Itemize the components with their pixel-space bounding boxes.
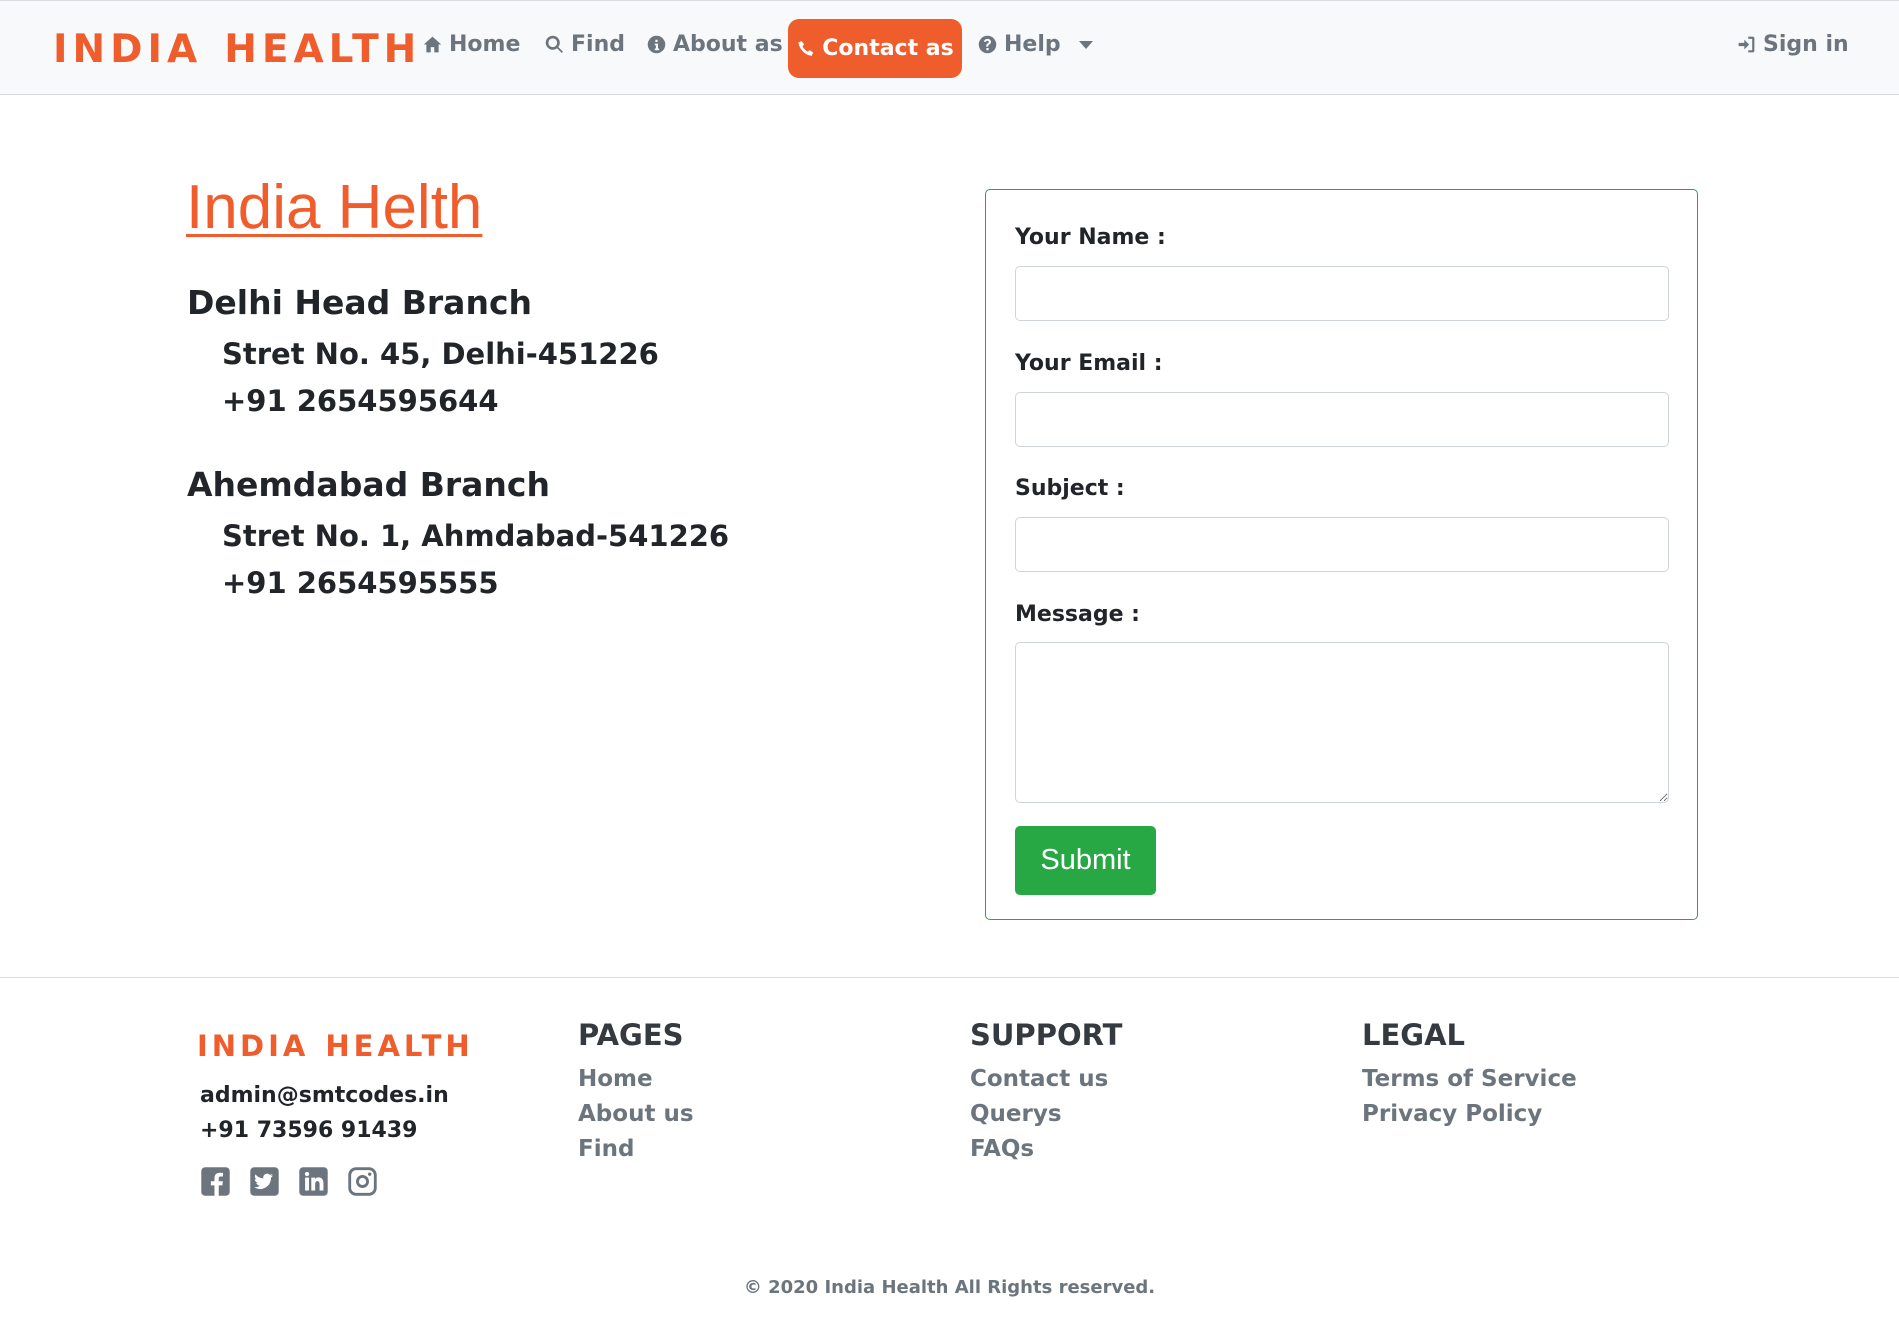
footer-email: admin@smtcodes.in bbox=[200, 1083, 449, 1108]
nav-signin[interactable]: Sign in bbox=[1736, 32, 1849, 57]
footer-link-privacy[interactable]: Privacy Policy bbox=[1362, 1101, 1542, 1127]
branch-2-phone: +91 2654595555 bbox=[222, 566, 499, 600]
twitter-icon[interactable] bbox=[249, 1166, 280, 1197]
name-input[interactable] bbox=[1015, 266, 1669, 321]
chevron-down-icon bbox=[1078, 40, 1093, 49]
email-label: Your Email : bbox=[1015, 351, 1163, 376]
nav-home-label: Home bbox=[449, 32, 521, 57]
instagram-icon[interactable] bbox=[347, 1166, 378, 1197]
copyright-text: © 2020 India Health All Rights reserved. bbox=[743, 1277, 1156, 1298]
home-icon bbox=[423, 36, 442, 53]
sign-in-icon bbox=[1738, 36, 1755, 53]
branch-1-phone: +91 2654595644 bbox=[222, 384, 499, 418]
search-icon bbox=[545, 35, 563, 53]
nav-help-label: Help bbox=[1004, 32, 1061, 57]
footer-brand-logo: INDIA HEALTH bbox=[197, 1029, 474, 1063]
subject-input[interactable] bbox=[1015, 517, 1669, 572]
contact-form: Your Name : Your Email : Subject : Messa… bbox=[985, 189, 1698, 920]
footer-link-querys[interactable]: Querys bbox=[970, 1101, 1062, 1127]
footer-brand-word-1: INDIA bbox=[197, 1029, 310, 1063]
branch-2-address: Stret No. 1, Ahmdabad-541226 bbox=[222, 519, 730, 553]
nav-about[interactable]: About as bbox=[646, 32, 783, 57]
branch-2-name: Ahemdabad Branch bbox=[187, 465, 550, 504]
branch-1-address: Stret No. 45, Delhi-451226 bbox=[222, 337, 659, 371]
footer-brand-word-2: HEALTH bbox=[325, 1029, 474, 1063]
footer-link-home[interactable]: Home bbox=[578, 1066, 653, 1092]
footer-heading-legal: LEGAL bbox=[1362, 1018, 1466, 1052]
submit-button[interactable]: Submit bbox=[1015, 826, 1156, 895]
subject-label: Subject : bbox=[1015, 476, 1125, 501]
social-links bbox=[200, 1166, 378, 1197]
footer-link-faqs[interactable]: FAQs bbox=[970, 1136, 1034, 1162]
nav-about-label: About as bbox=[673, 32, 783, 57]
branch-1-name: Delhi Head Branch bbox=[187, 283, 533, 322]
nav-signin-label: Sign in bbox=[1763, 32, 1849, 57]
info-icon bbox=[647, 35, 666, 54]
email-input[interactable] bbox=[1015, 392, 1669, 447]
page-title-link[interactable]: India Helth bbox=[186, 172, 482, 243]
brand-word-1: INDIA bbox=[53, 27, 203, 72]
phone-icon bbox=[798, 40, 814, 56]
nav-help-dropdown[interactable]: Help bbox=[977, 32, 1093, 57]
nav-find-label: Find bbox=[571, 32, 625, 57]
nav-contact-label: Contact as bbox=[822, 36, 954, 61]
brand-logo[interactable]: INDIA HEALTH bbox=[53, 27, 421, 72]
message-textarea[interactable] bbox=[1015, 642, 1669, 803]
message-label: Message : bbox=[1015, 602, 1140, 627]
footer-link-about[interactable]: About us bbox=[578, 1101, 694, 1127]
name-label: Your Name : bbox=[1015, 225, 1166, 250]
nav-find[interactable]: Find bbox=[544, 32, 625, 57]
footer-phone: +91 73596 91439 bbox=[200, 1118, 418, 1143]
nav-home[interactable]: Home bbox=[422, 32, 520, 57]
footer-link-contact[interactable]: Contact us bbox=[970, 1066, 1108, 1092]
footer-divider bbox=[0, 977, 1899, 978]
facebook-icon[interactable] bbox=[200, 1166, 231, 1197]
footer-heading-support: SUPPORT bbox=[970, 1018, 1123, 1052]
footer-link-find[interactable]: Find bbox=[578, 1136, 634, 1162]
question-icon bbox=[978, 35, 997, 54]
footer-link-terms[interactable]: Terms of Service bbox=[1362, 1066, 1577, 1092]
nav-contact-button[interactable]: Contact as bbox=[788, 19, 962, 78]
navbar: INDIA HEALTH Home Find About as Contact a… bbox=[0, 0, 1899, 95]
brand-word-2: HEALTH bbox=[224, 27, 422, 72]
footer-heading-pages: PAGES bbox=[578, 1018, 684, 1052]
linkedin-icon[interactable] bbox=[298, 1166, 329, 1197]
